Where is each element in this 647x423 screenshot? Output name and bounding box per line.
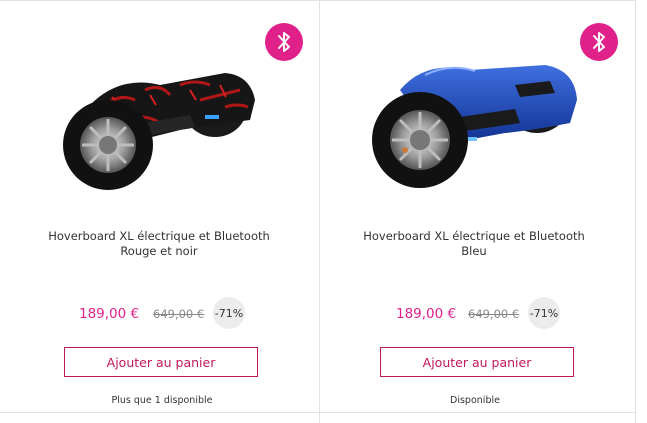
availability-text: Disponible (450, 395, 500, 406)
product-title[interactable]: Hoverboard XL électrique et Bluetooth Ro… (20, 229, 298, 259)
bluetooth-badge (580, 23, 618, 61)
product-grid: Hoverboard XL électrique et Bluetooth Ro… (0, 0, 647, 423)
product-image[interactable] (50, 45, 270, 195)
discount-badge: -71% (213, 297, 245, 329)
original-price: 649,00 € (468, 307, 520, 321)
sale-price: 189,00 € (396, 306, 457, 322)
product-variant: Rouge et noir (120, 244, 198, 258)
bluetooth-icon (593, 32, 605, 52)
product-variant: Bleu (461, 244, 487, 258)
product-card[interactable]: Hoverboard XL électrique et Bluetooth Bl… (320, 0, 638, 412)
bluetooth-badge (265, 23, 303, 61)
product-card[interactable]: Hoverboard XL électrique et Bluetooth Ro… (0, 0, 318, 412)
product-title-line: Hoverboard XL électrique et Bluetooth (363, 229, 585, 243)
add-to-cart-button[interactable]: Ajouter au panier (380, 347, 574, 377)
product-title[interactable]: Hoverboard XL électrique et Bluetooth Bl… (335, 229, 613, 259)
availability-text: Plus que 1 disponible (111, 395, 213, 406)
product-title-line: Hoverboard XL électrique et Bluetooth (48, 229, 270, 243)
discount-badge: -71% (528, 297, 560, 329)
price-row: 189,00 € 649,00 € -71% (0, 297, 318, 331)
divider (0, 412, 636, 413)
price-row: 189,00 € 649,00 € -71% (320, 297, 638, 331)
bluetooth-icon (278, 32, 290, 52)
product-image[interactable] (365, 45, 585, 195)
sale-price: 189,00 € (79, 306, 140, 322)
add-to-cart-button[interactable]: Ajouter au panier (64, 347, 258, 377)
original-price: 649,00 € (153, 307, 205, 321)
